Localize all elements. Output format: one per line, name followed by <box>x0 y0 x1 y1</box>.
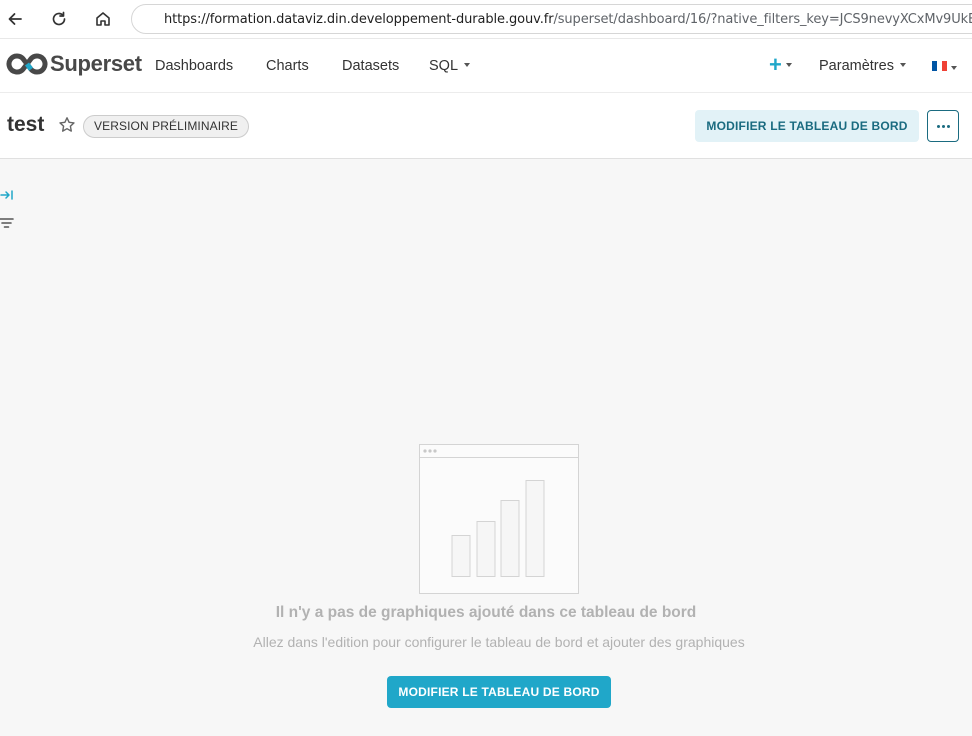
expand-filter-bar-icon[interactable] <box>0 188 14 202</box>
settings-menu[interactable]: Paramètres <box>819 58 906 74</box>
nav-charts[interactable]: Charts <box>266 58 309 74</box>
reload-icon <box>52 11 66 26</box>
nav-sql-label: SQL <box>429 58 459 74</box>
home-icon <box>96 12 110 26</box>
empty-state-title: Il n'y a pas de graphiques ajouté dans c… <box>275 604 697 621</box>
app-navbar: Superset Dashboards Charts Datasets SQL … <box>0 39 972 93</box>
language-flag-icon[interactable] <box>932 61 947 71</box>
status-badge[interactable]: VERSION PRÉLIMINAIRE <box>83 115 250 138</box>
empty-chart-illustration <box>419 444 579 594</box>
chevron-down-icon <box>785 63 792 68</box>
star-icon[interactable] <box>58 116 76 134</box>
more-options-button[interactable] <box>927 110 959 142</box>
superset-logo-icon <box>6 53 48 75</box>
plus-icon: + <box>769 52 782 77</box>
reload-button[interactable] <box>46 6 72 32</box>
chevron-down-icon <box>464 63 471 68</box>
browser-toolbar: https://formation.dataviz.din.developpem… <box>0 0 972 39</box>
dashboard-header: test VERSION PRÉLIMINAIRE MODIFIER LE TA… <box>0 93 972 159</box>
empty-state-edit-button[interactable]: MODIFIER LE TABLEAU DE BORD <box>387 676 611 708</box>
nav-datasets[interactable]: Datasets <box>342 58 399 74</box>
nav-sql[interactable]: SQL <box>429 58 471 74</box>
superset-logo[interactable]: Superset <box>6 51 142 77</box>
edit-dashboard-button[interactable]: MODIFIER LE TABLEAU DE BORD <box>695 110 919 142</box>
home-button[interactable] <box>90 6 116 32</box>
url-path: /superset/dashboard/16/?native_filters_k… <box>553 11 972 27</box>
address-bar[interactable]: https://formation.dataviz.din.developpem… <box>131 4 972 34</box>
ellipsis-icon <box>936 124 950 128</box>
nav-dashboards[interactable]: Dashboards <box>155 58 233 74</box>
brand-name: Superset <box>50 51 142 76</box>
chevron-down-icon[interactable] <box>951 66 957 70</box>
chevron-down-icon <box>899 63 906 68</box>
filter-icon[interactable] <box>0 216 14 230</box>
url-text: https://formation.dataviz.din.developpem… <box>164 12 972 27</box>
settings-label: Paramètres <box>819 58 894 74</box>
empty-state-description: Allez dans l'edition pour configurer le … <box>253 634 745 650</box>
url-host: https://formation.dataviz.din.developpem… <box>164 11 554 27</box>
back-button[interactable] <box>2 6 28 32</box>
dashboard-title[interactable]: test <box>7 113 44 137</box>
new-item-button[interactable]: + <box>769 52 792 78</box>
back-arrow-icon <box>8 13 22 25</box>
